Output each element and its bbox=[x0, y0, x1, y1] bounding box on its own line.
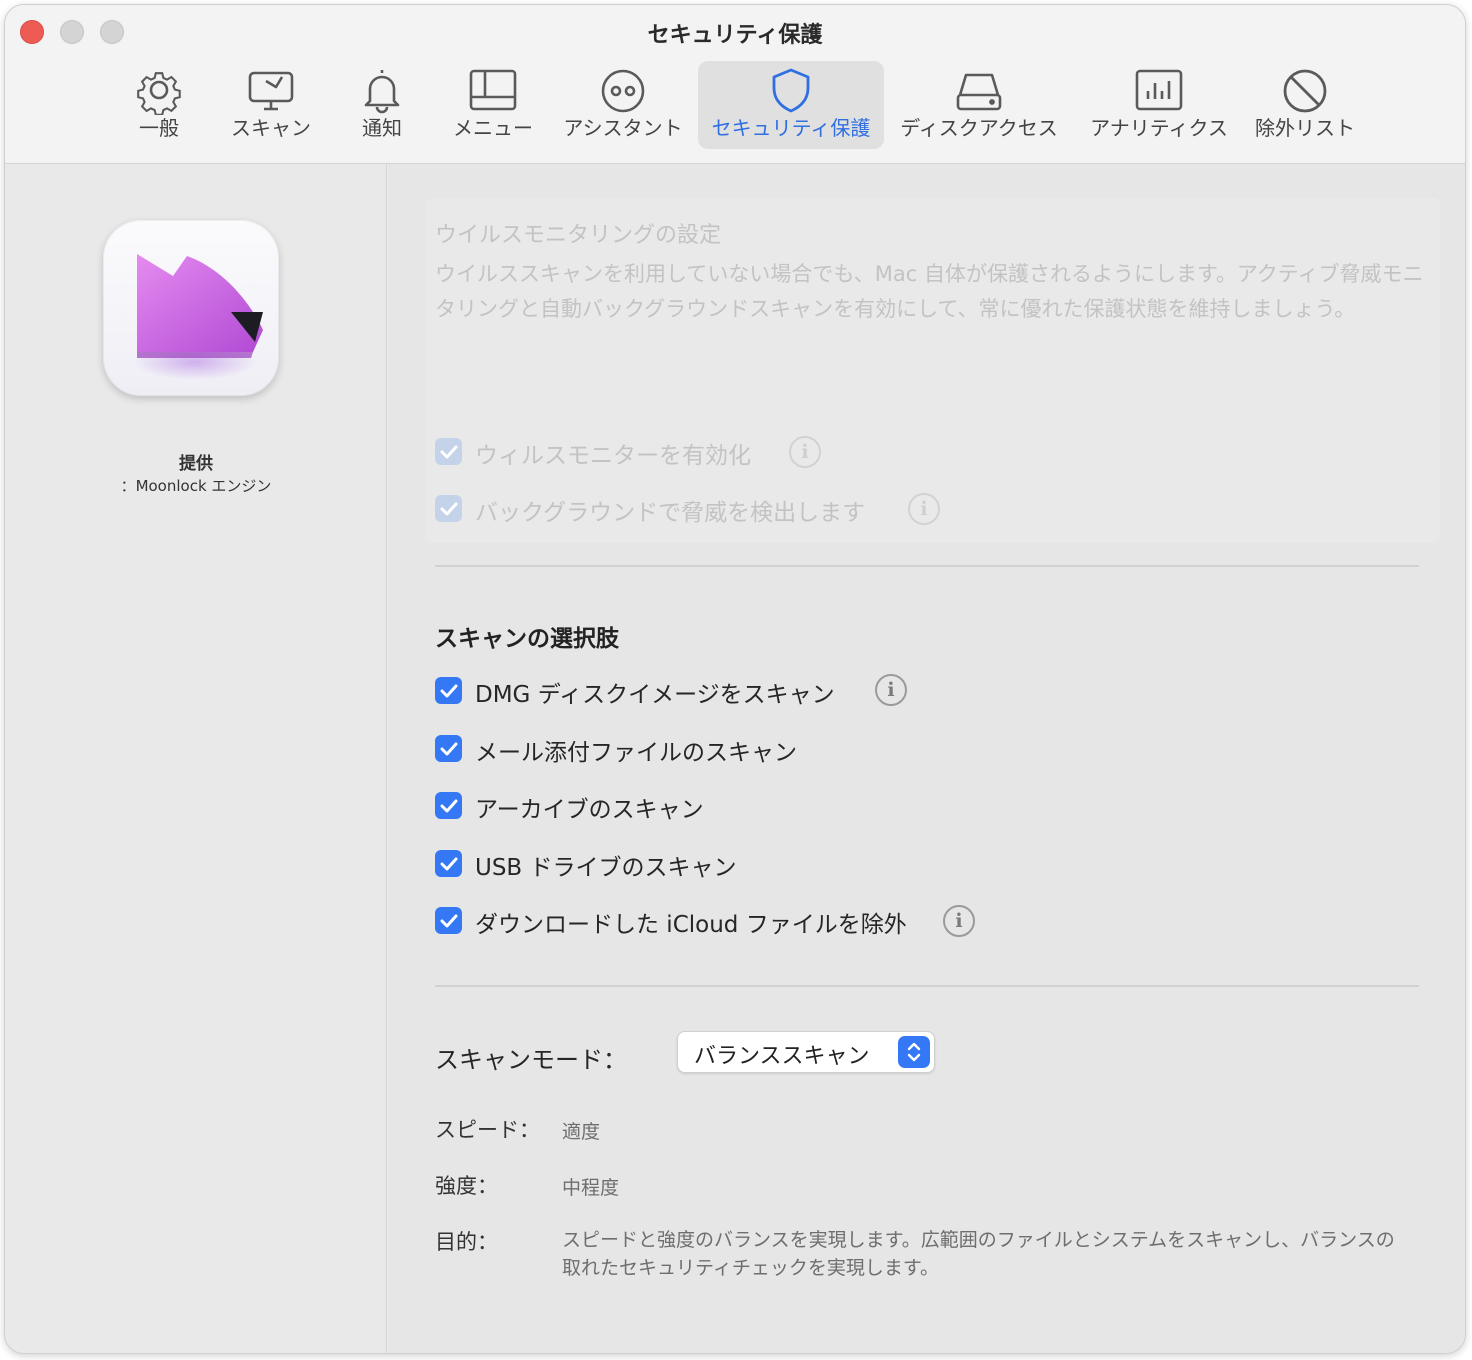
moonlock-app-icon bbox=[103, 220, 279, 396]
exclude-icloud-label: ダウンロードした iCloud ファイルを除外 bbox=[475, 912, 907, 938]
tab-exclusion-list[interactable]: 除外リスト bbox=[1253, 61, 1357, 149]
tab-security[interactable]: セキュリティ保護 bbox=[698, 61, 884, 149]
prohibited-icon bbox=[1283, 69, 1327, 113]
info-icon[interactable]: i bbox=[789, 436, 821, 468]
scan-display-icon bbox=[248, 71, 294, 111]
strength-value: 中程度 bbox=[562, 1177, 620, 1199]
tab-notifications[interactable]: 通知 bbox=[347, 61, 417, 149]
scan-archives-label: アーカイブのスキャン bbox=[475, 797, 704, 823]
tab-scan[interactable]: スキャン bbox=[223, 61, 319, 149]
tab-general-label: 一般 bbox=[139, 116, 179, 140]
scan-dmg-checkbox[interactable] bbox=[435, 677, 462, 704]
scan-mail-attachments-checkbox[interactable] bbox=[435, 735, 462, 762]
scan-usb-label: USB ドライブのスキャン bbox=[475, 855, 737, 881]
preferences-window: セキュリティ保護 一般 スキャン 通知 メニュー アシスタント セキュリティ保護… bbox=[4, 4, 1466, 1354]
tab-analytics[interactable]: アナリティクス bbox=[1086, 61, 1232, 149]
strength-label: 強度： bbox=[435, 1174, 498, 1198]
speed-value: 適度 bbox=[562, 1121, 601, 1143]
tab-menu[interactable]: メニュー bbox=[447, 61, 539, 149]
speed-label: スピード： bbox=[435, 1118, 540, 1142]
tab-analytics-label: アナリティクス bbox=[1090, 116, 1228, 140]
exclude-icloud-checkbox[interactable] bbox=[435, 907, 462, 934]
gear-icon bbox=[137, 72, 181, 115]
provider-name: ：Moonlock エンジン bbox=[120, 477, 272, 495]
divider bbox=[435, 565, 1419, 567]
bell-icon bbox=[364, 70, 400, 114]
info-icon[interactable]: i bbox=[908, 493, 940, 525]
window-title: セキュリティ保護 bbox=[647, 23, 823, 48]
provider-label: 提供 bbox=[179, 454, 213, 474]
tab-disk-access[interactable]: ディスクアクセス bbox=[897, 61, 1061, 149]
tab-scan-label: スキャン bbox=[231, 116, 311, 140]
analytics-chart-icon bbox=[1135, 69, 1183, 111]
tab-assistant-label: アシスタント bbox=[563, 116, 683, 140]
divider bbox=[435, 985, 1419, 987]
tab-exclusion-list-label: 除外リスト bbox=[1255, 116, 1355, 140]
info-icon[interactable]: i bbox=[943, 905, 975, 937]
sidebar: 提供 ：Moonlock エンジン bbox=[5, 164, 387, 1353]
tab-security-label: セキュリティ保護 bbox=[711, 116, 871, 140]
assistant-face-icon bbox=[601, 69, 645, 113]
scan-options-title: スキャンの選択肢 bbox=[435, 626, 619, 652]
scan-mode-value: バランススキャン bbox=[694, 1044, 870, 1069]
purpose-value: スピードと強度のバランスを実現します。広範囲のファイルとシステムをスキャンし、バ… bbox=[562, 1229, 1395, 1279]
tab-assistant[interactable]: アシスタント bbox=[561, 61, 685, 149]
scan-mail-attachments-label: メール添付ファイルのスキャン bbox=[475, 740, 797, 766]
scan-mode-label: スキャンモード： bbox=[435, 1046, 627, 1074]
menu-window-icon bbox=[469, 69, 517, 111]
virus-monitoring-section bbox=[426, 198, 1440, 543]
disk-icon bbox=[956, 73, 1002, 111]
info-icon[interactable]: i bbox=[875, 674, 907, 706]
enable-virus-monitor-checkbox[interactable] bbox=[435, 438, 462, 465]
chevron-up-down-icon bbox=[898, 1036, 930, 1068]
scan-mode-select[interactable]: バランススキャン bbox=[677, 1031, 935, 1073]
tab-menu-label: メニュー bbox=[453, 116, 533, 140]
purpose-label: 目的： bbox=[435, 1230, 498, 1254]
background-threat-detection-checkbox[interactable] bbox=[435, 495, 462, 522]
virus-monitoring-title: ウイルスモニタリングの設定 bbox=[435, 223, 722, 248]
background-threat-detection-label: バックグラウンドで脅威を検出します bbox=[475, 500, 866, 526]
virus-monitoring-description: ウイルススキャンを利用していない場合でも、Mac 自体が保護されるようにします。… bbox=[435, 262, 1424, 321]
security-settings-panel: ウイルスモニタリングの設定 ウイルススキャンを利用していない場合でも、Mac 自… bbox=[388, 164, 1465, 1353]
tab-notifications-label: 通知 bbox=[362, 116, 402, 140]
toolbar: セキュリティ保護 一般 スキャン 通知 メニュー アシスタント セキュリティ保護… bbox=[5, 5, 1465, 164]
tab-disk-access-label: ディスクアクセス bbox=[900, 116, 1058, 140]
scan-archives-checkbox[interactable] bbox=[435, 792, 462, 819]
shield-icon bbox=[772, 68, 810, 113]
tab-general[interactable]: 一般 bbox=[123, 61, 195, 149]
scan-usb-checkbox[interactable] bbox=[435, 850, 462, 877]
enable-virus-monitor-label: ウィルスモニターを有効化 bbox=[475, 443, 751, 469]
scan-dmg-label: DMG ディスクイメージをスキャン bbox=[475, 682, 835, 708]
